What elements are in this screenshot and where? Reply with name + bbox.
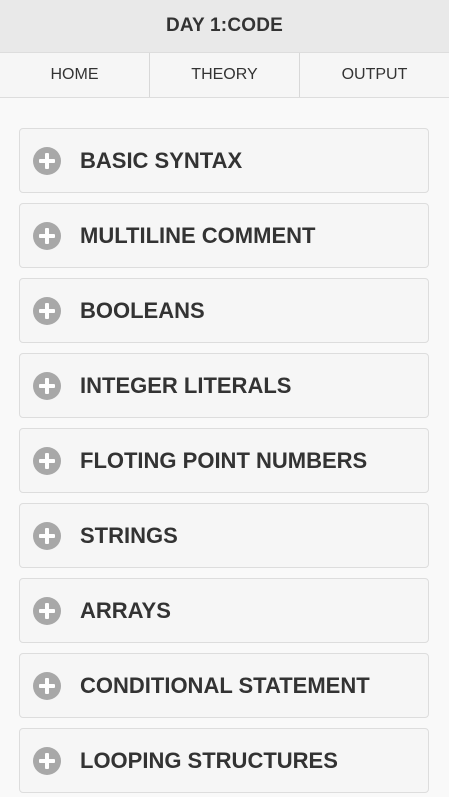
collapsible-label: CONDITIONAL STATEMENT	[80, 672, 370, 698]
tab-theory[interactable]: THEORY	[150, 53, 300, 97]
collapsible-list: BASIC SYNTAX MULTILINE COMMENT BOOLEANS …	[0, 98, 449, 797]
collapsible-label: BOOLEANS	[80, 297, 205, 323]
collapsible-label: STRINGS	[80, 522, 178, 548]
collapsible-multiline-comment[interactable]: MULTILINE COMMENT	[19, 203, 429, 268]
collapsible-basic-syntax[interactable]: BASIC SYNTAX	[19, 128, 429, 193]
collapsible-label: MULTILINE COMMENT	[80, 222, 316, 248]
plus-circle-icon	[33, 671, 61, 700]
plus-circle-icon	[33, 146, 61, 175]
collapsible-floting-point-numbers[interactable]: FLOTING POINT NUMBERS	[19, 428, 429, 493]
page-title: DAY 1:CODE	[165, 15, 284, 36]
plus-circle-icon	[33, 446, 61, 475]
collapsible-looping-structures[interactable]: LOOPING STRUCTURES	[19, 728, 429, 793]
collapsible-label: FLOTING POINT NUMBERS	[80, 447, 368, 473]
collapsible-label: INTEGER LITERALS	[80, 372, 292, 398]
tab-output[interactable]: OUTPUT	[300, 53, 449, 97]
app-header: DAY 1:CODE	[0, 0, 449, 53]
plus-circle-icon	[33, 521, 61, 550]
collapsible-integer-literals[interactable]: INTEGER LITERALS	[19, 353, 429, 418]
nav-bar: HOME THEORY OUTPUT	[0, 53, 449, 98]
plus-circle-icon	[33, 371, 61, 400]
plus-circle-icon	[33, 221, 61, 250]
collapsible-conditional-statement[interactable]: CONDITIONAL STATEMENT	[19, 653, 429, 718]
collapsible-label: BASIC SYNTAX	[80, 147, 243, 173]
plus-circle-icon	[33, 746, 61, 775]
collapsible-booleans[interactable]: BOOLEANS	[19, 278, 429, 343]
tab-home[interactable]: HOME	[0, 53, 150, 97]
collapsible-label: ARRAYS	[80, 597, 171, 623]
collapsible-arrays[interactable]: ARRAYS	[19, 578, 429, 643]
collapsible-label: LOOPING STRUCTURES	[80, 747, 338, 773]
plus-circle-icon	[33, 596, 61, 625]
collapsible-strings[interactable]: STRINGS	[19, 503, 429, 568]
plus-circle-icon	[33, 296, 61, 325]
